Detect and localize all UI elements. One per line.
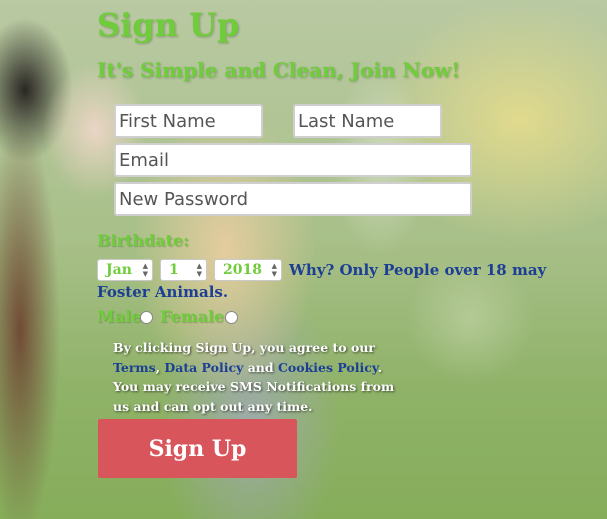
gender-female-label: Female xyxy=(160,307,225,326)
data-policy-link[interactable]: Data Policy xyxy=(164,360,243,375)
cookies-policy-link[interactable]: Cookies Policy xyxy=(278,360,378,375)
email-input[interactable] xyxy=(114,143,472,177)
last-name-input[interactable] xyxy=(293,104,442,138)
terms-notice: By clicking Sign Up, you agree to our Te… xyxy=(113,338,398,416)
terms-separator: , xyxy=(155,359,161,375)
birthdate-note: Why? Only People over 18 may Foster Anim… xyxy=(97,261,547,301)
signup-button[interactable]: Sign Up xyxy=(98,419,297,478)
new-password-input[interactable] xyxy=(114,182,472,216)
gender-female-radio[interactable] xyxy=(225,311,238,324)
gender-male-label: Male xyxy=(97,307,142,326)
birthdate-label: Birthdate: xyxy=(97,231,190,250)
page-title: Sign Up xyxy=(97,6,240,44)
gender-male-radio[interactable] xyxy=(140,311,153,324)
terms-prefix: By clicking Sign Up, you agree to our xyxy=(113,340,375,355)
first-name-input[interactable] xyxy=(114,104,263,138)
terms-and: and xyxy=(247,359,274,375)
sms-notice: You may receive SMS Notifications from u… xyxy=(113,379,395,414)
page-subtitle: It's Simple and Clean, Join Now! xyxy=(97,58,461,82)
terms-period: . xyxy=(377,359,383,375)
terms-link[interactable]: Terms xyxy=(113,360,156,375)
